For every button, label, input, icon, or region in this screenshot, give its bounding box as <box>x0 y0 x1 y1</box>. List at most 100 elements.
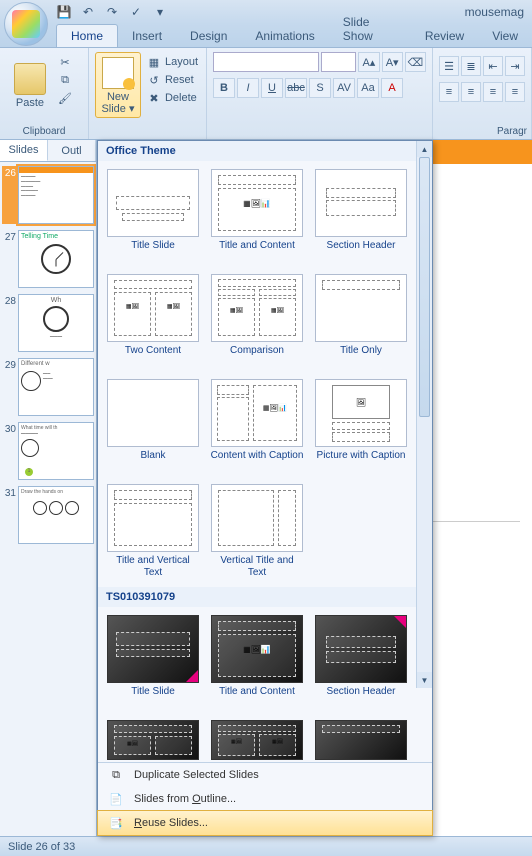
layout-title-content[interactable]: ▦🖼📊 Title and Content <box>208 167 306 266</box>
thumbnail[interactable]: 26 ━━━━━━━━━━━━━━━━━━━━━━━━━━━━━━━━ <box>2 166 94 224</box>
layout-title-only[interactable]: Title Only <box>312 272 410 371</box>
qat-dropdown-icon[interactable]: ▾ <box>152 4 168 20</box>
tab-home[interactable]: Home <box>56 24 118 47</box>
justify-button[interactable]: ≡ <box>505 82 525 102</box>
reuse-slides-item[interactable]: 📑 Reuse Slides... <box>98 811 432 835</box>
tab-slides-thumb[interactable]: Slides <box>0 140 48 161</box>
spellcheck-icon[interactable]: ✓ <box>128 4 144 20</box>
font-family-select[interactable] <box>213 52 319 72</box>
clipboard-icon <box>14 63 46 95</box>
thumbnail-image: Different w ━━━━━━━ <box>18 358 94 416</box>
format-painter-button[interactable]: 🖌 <box>56 90 74 106</box>
thumbnail-image: Wh ━━━━━ <box>18 294 94 352</box>
thumbnail[interactable]: 28 Wh ━━━━━ <box>2 294 94 352</box>
layout-content-caption[interactable]: ▦🖼📊 Content with Caption <box>208 377 306 476</box>
slides-panel: Slides Outl 26 ━━━━━━━━━━━━━━━━━━━━━━━━━… <box>0 140 97 836</box>
duplicate-slides-item[interactable]: ⧉ Duplicate Selected Slides <box>98 763 432 787</box>
ribbon: Paste ✂ ⧉ 🖌 Clipboard New Slide ▾ ▦Layou… <box>0 48 532 140</box>
scroll-thumb[interactable] <box>419 157 430 417</box>
outline-icon: 📄 <box>106 791 126 807</box>
numbering-button[interactable]: ≣ <box>461 56 481 76</box>
new-slide-gallery: Office Theme Title Slide ▦🖼📊 Title and C… <box>97 140 433 836</box>
new-slide-icon <box>102 57 134 89</box>
office-logo-icon <box>12 10 40 38</box>
layout-item-partial[interactable] <box>312 718 410 762</box>
slides-from-outline-item[interactable]: 📄 Slides from Outline... <box>98 787 432 811</box>
scroll-down-icon[interactable]: ▼ <box>417 672 432 688</box>
redo-icon[interactable]: ↷ <box>104 4 120 20</box>
group-paragraph: ☰ ≣ ⇤ ⇥ ≡ ≡ ≡ ≡ Paragr <box>433 48 532 139</box>
group-label-paragraph: Paragr <box>497 126 527 137</box>
shadow-button[interactable]: S <box>309 78 331 98</box>
increase-indent-button[interactable]: ⇥ <box>505 56 525 76</box>
font-color-button[interactable]: A <box>381 78 403 98</box>
thumbnail[interactable]: 30 What time will th ━━━━━━━ 1 <box>2 422 94 480</box>
layout-title-slide[interactable]: Title Slide <box>104 167 202 266</box>
reset-button[interactable]: ↺Reset <box>145 72 200 88</box>
layout-item-partial[interactable]: ▦🖼 <box>104 718 202 762</box>
group-slides: New Slide ▾ ▦Layout ↺Reset ✖Delete <box>89 48 207 139</box>
copy-button[interactable]: ⧉ <box>56 72 74 88</box>
grow-font-button[interactable]: A▴ <box>358 52 379 72</box>
thumbnail-image: ━━━━━━━━━━━━━━━━━━━━━━━━━━━━━━━━ <box>18 166 94 224</box>
tab-insert[interactable]: Insert <box>118 25 176 47</box>
tab-animations[interactable]: Animations <box>241 25 328 47</box>
layout-vertical-title-text[interactable]: Vertical Title and Text <box>208 482 306 581</box>
scroll-up-icon[interactable]: ▲ <box>417 141 432 157</box>
layout-section-header-dark[interactable]: Section Header <box>312 613 410 712</box>
char-spacing-button[interactable]: AV <box>333 78 355 98</box>
gallery-scrollbar[interactable]: ▲ ▼ <box>416 141 432 688</box>
save-icon[interactable]: 💾 <box>56 4 72 20</box>
layout-two-content[interactable]: ▦🖼▦🖼 Two Content <box>104 272 202 371</box>
gallery-grid-template: Title Slide ▦🖼📊 Title and Content Sectio… <box>98 607 432 762</box>
layout-blank[interactable]: Blank <box>104 377 202 476</box>
cut-button[interactable]: ✂ <box>56 54 74 70</box>
thumbnail[interactable]: 27 Telling Time <box>2 230 94 288</box>
slide-counter: Slide 26 of 33 <box>8 841 75 853</box>
font-size-select[interactable] <box>321 52 356 72</box>
tab-view[interactable]: View <box>478 25 532 47</box>
thumbnail[interactable]: 31 Draw the hands on <box>2 486 94 544</box>
layout-title-slide-dark[interactable]: Title Slide <box>104 613 202 712</box>
layout-title-vertical-text[interactable]: Title and Vertical Text <box>104 482 202 581</box>
layout-comparison[interactable]: ▦🖼▦🖼 Comparison <box>208 272 306 371</box>
align-left-button[interactable]: ≡ <box>439 82 459 102</box>
status-bar: Slide 26 of 33 <box>0 836 532 856</box>
delete-button[interactable]: ✖Delete <box>145 90 200 106</box>
decrease-indent-button[interactable]: ⇤ <box>483 56 503 76</box>
group-font: A▴ A▾ ⌫ B I U abc S AV Aa A <box>207 48 433 139</box>
brush-icon: 🖌 <box>58 91 72 105</box>
layout-title-content-dark[interactable]: ▦🖼📊 Title and Content <box>208 613 306 712</box>
clear-format-button[interactable]: ⌫ <box>405 52 426 72</box>
new-slide-button[interactable]: New Slide ▾ <box>95 52 141 118</box>
italic-button[interactable]: I <box>237 78 259 98</box>
align-center-button[interactable]: ≡ <box>461 82 481 102</box>
change-case-button[interactable]: Aa <box>357 78 379 98</box>
undo-icon[interactable]: ↶ <box>80 4 96 20</box>
tab-review[interactable]: Review <box>411 25 478 47</box>
tab-design[interactable]: Design <box>176 25 241 47</box>
copy-icon: ⧉ <box>58 73 72 87</box>
align-right-button[interactable]: ≡ <box>483 82 503 102</box>
tab-slideshow[interactable]: Slide Show <box>329 11 411 47</box>
gallery-grid-office: Title Slide ▦🖼📊 Title and Content Sectio… <box>98 161 432 587</box>
bold-button[interactable]: B <box>213 78 235 98</box>
layout-picture-caption[interactable]: 🖼 Picture with Caption <box>312 377 410 476</box>
underline-button[interactable]: U <box>261 78 283 98</box>
strike-button[interactable]: abc <box>285 78 307 98</box>
gallery-section-header: Office Theme <box>98 141 432 161</box>
office-button[interactable] <box>4 2 48 46</box>
thumbnails-list[interactable]: 26 ━━━━━━━━━━━━━━━━━━━━━━━━━━━━━━━━ 27 T… <box>0 162 96 836</box>
bullets-button[interactable]: ☰ <box>439 56 459 76</box>
thumbnail[interactable]: 29 Different w ━━━━━━━ <box>2 358 94 416</box>
thumbnail-image: What time will th ━━━━━━━ 1 <box>18 422 94 480</box>
layout-section-header[interactable]: Section Header <box>312 167 410 266</box>
shrink-font-button[interactable]: A▾ <box>382 52 403 72</box>
gallery-menu: ⧉ Duplicate Selected Slides 📄 Slides fro… <box>98 762 432 835</box>
group-label-clipboard: Clipboard <box>0 126 88 137</box>
paste-button[interactable]: Paste <box>6 52 54 118</box>
tab-outline[interactable]: Outl <box>48 140 96 161</box>
thumbnail-image: Telling Time <box>18 230 94 288</box>
layout-button[interactable]: ▦Layout <box>145 54 200 70</box>
layout-item-partial[interactable]: ▦🖼▦🖼 <box>208 718 306 762</box>
